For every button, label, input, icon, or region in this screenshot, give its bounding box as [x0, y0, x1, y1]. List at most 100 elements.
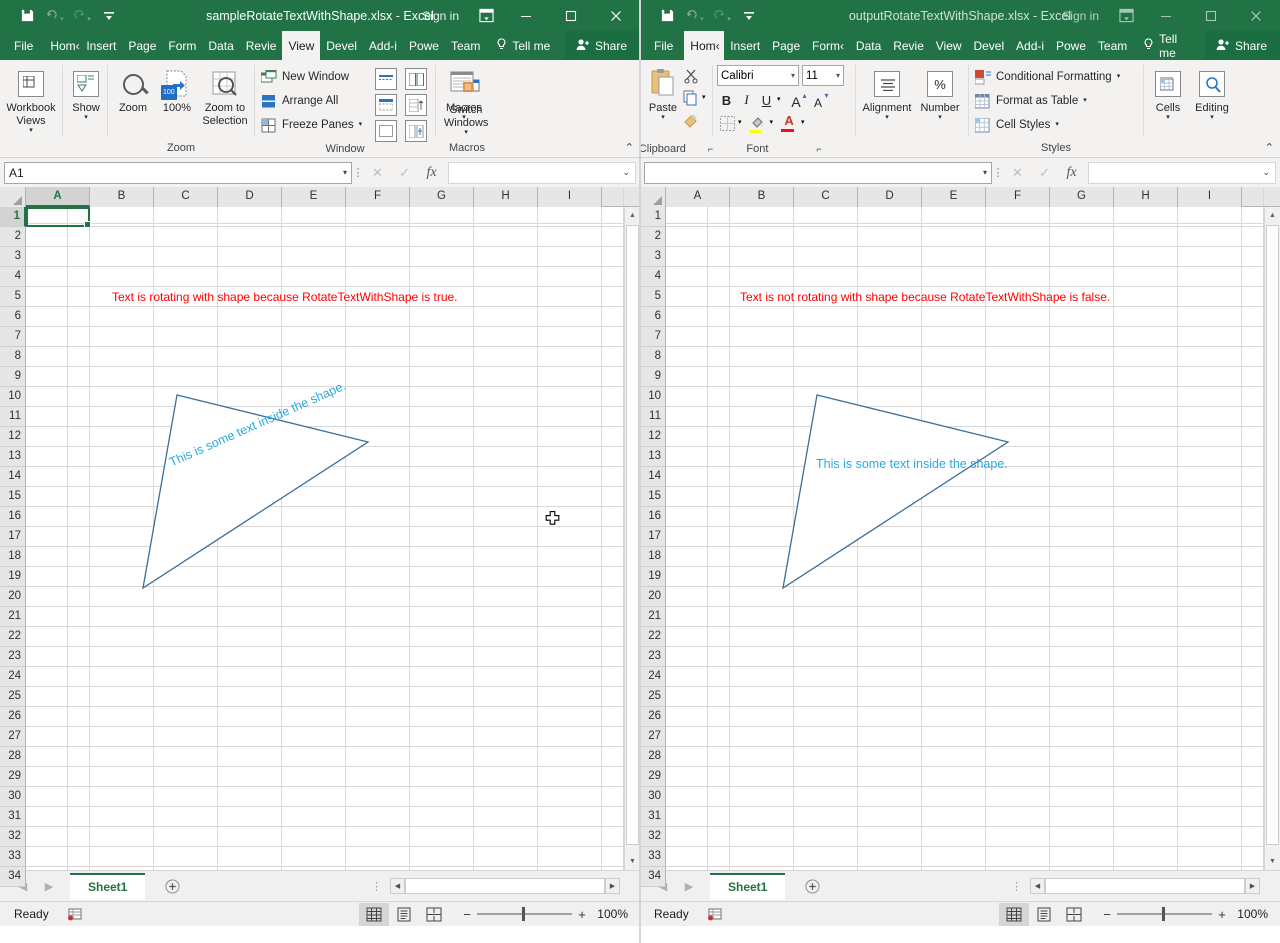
row-header-9[interactable]: 9 [0, 367, 26, 387]
zoom-to-selection-button[interactable]: Zoom to Selection [199, 64, 251, 128]
scroll-up-icon-right[interactable]: ▲ [1265, 207, 1280, 224]
tab-view-right[interactable]: View [930, 31, 968, 60]
chevron-down-icon[interactable]: ▾ [801, 120, 805, 126]
row-header-16[interactable]: 16 [0, 507, 26, 527]
enter-formula-icon-left[interactable]: ✓ [391, 162, 418, 184]
row-header-6[interactable]: 6 [640, 307, 666, 327]
row-header-21[interactable]: 21 [640, 607, 666, 627]
borders-button[interactable] [717, 113, 737, 133]
zoom-level-label-left[interactable]: 100% [592, 907, 634, 921]
triangle-shape-left[interactable] [26, 207, 624, 870]
row-header-31[interactable]: 31 [0, 807, 26, 827]
add-sheet-icon-right[interactable] [799, 873, 825, 899]
zoom-level-label-right[interactable]: 100% [1232, 907, 1274, 921]
macros-button[interactable]: Macros ▾ [439, 64, 489, 121]
font-name-input[interactable]: Calibri ▾ [717, 65, 799, 86]
tab-file-left[interactable]: File [0, 31, 44, 60]
redo-icon[interactable]: ▾ [708, 3, 735, 29]
row-header-15[interactable]: 15 [0, 487, 26, 507]
add-sheet-icon-left[interactable] [159, 873, 185, 899]
minimize-button-right[interactable] [1143, 0, 1188, 31]
row-header-27[interactable]: 27 [640, 727, 666, 747]
zoom-in-icon-left[interactable]: + [572, 907, 592, 922]
chevron-down-icon[interactable]: ▾ [836, 71, 840, 80]
column-header-b-left[interactable]: B [90, 187, 154, 207]
tab-team-left[interactable]: Team [445, 31, 486, 60]
decrease-font-size-button[interactable]: A▾ [808, 90, 829, 110]
minimize-button-left[interactable] [503, 0, 548, 31]
zoom-in-icon-right[interactable]: + [1212, 907, 1232, 922]
vertical-scrollbar-right[interactable]: ▲ ▼ [1264, 207, 1280, 870]
row-header-27[interactable]: 27 [0, 727, 26, 747]
row-header-12[interactable]: 12 [0, 427, 26, 447]
row-header-13[interactable]: 13 [640, 447, 666, 467]
zoom-out-icon-left[interactable]: − [457, 907, 477, 922]
zoom-button[interactable]: Zoom [111, 64, 155, 115]
row-header-3[interactable]: 3 [0, 247, 26, 267]
row-header-14[interactable]: 14 [640, 467, 666, 487]
page-break-preview-button-left[interactable] [419, 903, 449, 926]
name-box-left[interactable]: A1 ▾ [4, 162, 352, 184]
row-header-5[interactable]: 5 [0, 287, 26, 307]
font-dialog-launcher[interactable]: ⌐ [816, 142, 821, 156]
next-sheet-icon-right[interactable]: ▶ [676, 880, 702, 893]
row-header-23[interactable]: 23 [640, 647, 666, 667]
chevron-down-icon[interactable]: ▾ [983, 168, 987, 177]
row-header-26[interactable]: 26 [640, 707, 666, 727]
row-header-28[interactable]: 28 [640, 747, 666, 767]
vertical-scroll-thumb-right[interactable] [1266, 225, 1279, 845]
enter-formula-icon-right[interactable]: ✓ [1031, 162, 1058, 184]
column-header-g-right[interactable]: G [1050, 187, 1114, 207]
chevron-down-icon[interactable]: ▾ [738, 120, 742, 126]
column-header-g-left[interactable]: G [410, 187, 474, 207]
row-header-24[interactable]: 24 [640, 667, 666, 687]
sign-in-link-right[interactable]: Sign in [1052, 9, 1109, 23]
row-header-30[interactable]: 30 [0, 787, 26, 807]
tab-review-right[interactable]: Revie [887, 31, 930, 60]
cell-area-left[interactable]: Text is rotating with shape because Rota… [26, 207, 624, 870]
row-header-18[interactable]: 18 [0, 547, 26, 567]
column-header-e-left[interactable]: E [282, 187, 346, 207]
row-header-16[interactable]: 16 [640, 507, 666, 527]
row-header-33[interactable]: 33 [0, 847, 26, 867]
column-header-h-right[interactable]: H [1114, 187, 1178, 207]
sheet-bar-grip-right[interactable]: ⋮ [1003, 880, 1030, 893]
page-break-preview-button-right[interactable] [1059, 903, 1089, 926]
row-header-18[interactable]: 18 [640, 547, 666, 567]
scroll-right-icon-left[interactable]: ▶ [605, 878, 620, 894]
chevron-down-icon[interactable]: ▾ [777, 97, 781, 103]
maximize-button-left[interactable] [548, 0, 593, 31]
row-header-15[interactable]: 15 [640, 487, 666, 507]
tell-me-box-left[interactable]: Tell me [486, 31, 558, 60]
page-layout-view-button-right[interactable] [1029, 903, 1059, 926]
row-header-32[interactable]: 32 [0, 827, 26, 847]
row-header-17[interactable]: 17 [640, 527, 666, 547]
scroll-up-icon-left[interactable]: ▲ [625, 207, 640, 224]
alignment-button[interactable]: Alignment ▾ [859, 64, 915, 121]
zoom-slider-thumb-right[interactable] [1162, 907, 1165, 921]
row-header-33[interactable]: 33 [640, 847, 666, 867]
editing-button[interactable]: Editing ▾ [1189, 64, 1235, 121]
formula-bar-grip-left[interactable]: ⋮ [352, 166, 364, 179]
redo-icon[interactable]: ▾ [68, 3, 95, 29]
worksheet-grid-right[interactable]: A B C D E F G H I 1234567891011121314151… [640, 187, 1280, 870]
column-header-i-left[interactable]: I [538, 187, 602, 207]
share-button-left[interactable]: Share [565, 31, 640, 60]
horizontal-scroll-track-left[interactable] [405, 878, 605, 894]
cut-button[interactable] [683, 67, 706, 85]
ribbon-display-options-icon-left[interactable] [469, 0, 503, 31]
sheet-bar-grip-left[interactable]: ⋮ [363, 880, 390, 893]
row-header-2[interactable]: 2 [640, 227, 666, 247]
conditional-formatting-button[interactable]: Conditional Formatting ▾ [972, 66, 1123, 88]
tab-developer-right[interactable]: Devel [967, 31, 1010, 60]
tab-page-layout-right[interactable]: Page [766, 31, 806, 60]
row-header-10[interactable]: 10 [0, 387, 26, 407]
formula-bar-grip-right[interactable]: ⋮ [992, 166, 1004, 179]
customize-qat-icon[interactable] [95, 3, 122, 29]
tab-data-left[interactable]: Data [202, 31, 239, 60]
tab-home-right[interactable]: Hom‹ [684, 31, 724, 60]
row-header-23[interactable]: 23 [0, 647, 26, 667]
reset-window-position-button[interactable] [405, 120, 427, 142]
tab-developer-left[interactable]: Devel [320, 31, 363, 60]
row-header-4[interactable]: 4 [640, 267, 666, 287]
